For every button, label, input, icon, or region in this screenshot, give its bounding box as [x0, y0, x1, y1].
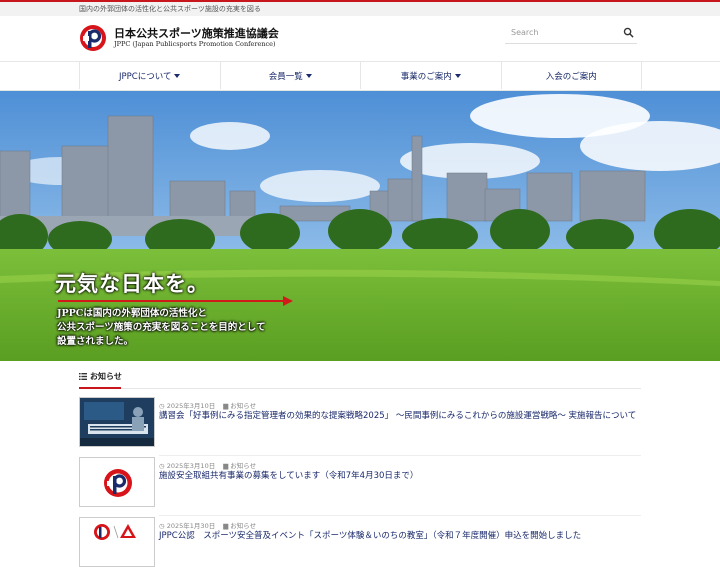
tagline: 国内の外郭団体の活性化と公共スポーツ施設の充実を図る [79, 5, 261, 13]
news-divider [79, 388, 641, 389]
site-subtitle: JPPC (Japan Publicsports Promotion Confe… [114, 40, 276, 48]
chevron-down-icon [174, 73, 181, 78]
hero-banner: 元気な日本を。 JPPCは国内の外郭団体の活性化と 公共スポーツ施策の充実を図る… [0, 91, 720, 361]
chevron-down-icon [305, 73, 312, 78]
folder-icon: ▆ [223, 462, 229, 470]
news-category[interactable]: お知らせ [230, 402, 256, 410]
news-category[interactable]: お知らせ [230, 462, 256, 470]
chevron-down-icon [454, 73, 461, 78]
news-thumbnail[interactable] [79, 517, 155, 567]
hero-line: 設置されました。 [57, 336, 134, 347]
news-heading-accent [79, 387, 121, 389]
news-heading: お知らせ [79, 371, 122, 382]
hero-line: 公共スポーツ施策の充実を図ることを目的として [57, 322, 266, 333]
news-title[interactable]: 講習会「好事例にみる指定管理者の効果的な提案戦略2025」 ～民間事例にみるこれ… [159, 411, 639, 422]
nav-item-business[interactable]: 事業のご案内 [361, 62, 502, 89]
news-separator [159, 515, 641, 516]
news-category[interactable]: お知らせ [230, 522, 256, 530]
search-input[interactable]: Search [505, 23, 637, 44]
clock-icon: ◷ [159, 402, 165, 410]
hero-divider [58, 300, 290, 302]
event-logos-image [80, 518, 154, 566]
hero-line: JPPCは国内の外郭団体の活性化と [57, 308, 207, 319]
top-bar: 国内の外郭団体の活性化と公共スポーツ施設の充実を図る [0, 0, 720, 16]
search-icon[interactable] [623, 27, 634, 38]
main-nav: JPPCについて 会員一覧 事業のご案内 入会のご案内 [79, 62, 642, 89]
site-title[interactable]: 日本公共スポーツ施策推進協議会 [114, 25, 279, 41]
news-title[interactable]: JPPC公認 スポーツ安全普及イベント「スポーツ体験＆いのちの教室」（令和７年度… [159, 531, 639, 542]
folder-icon: ▆ [223, 522, 229, 530]
arrow-right-icon [283, 296, 293, 306]
nav-item-about[interactable]: JPPCについて [80, 62, 221, 89]
news-title[interactable]: 施設安全取組共有事業の募集をしています（令和7年4月30日まで） [159, 471, 639, 482]
clock-icon: ◷ [159, 462, 165, 470]
news-date: 2025年3月10日 [166, 402, 216, 410]
news-thumbnail[interactable] [79, 457, 155, 507]
nav-label: 入会のご案内 [545, 71, 597, 82]
news-heading-label: お知らせ [90, 372, 122, 381]
news-separator [159, 455, 641, 456]
hero-headline: 元気な日本を。 [55, 271, 209, 296]
clock-icon: ◷ [159, 522, 165, 530]
nav-label: JPPCについて [119, 71, 172, 82]
nav-item-members[interactable]: 会員一覧 [221, 62, 361, 89]
jppc-logo-icon [80, 458, 154, 506]
nav-label: 事業のご案内 [400, 71, 452, 82]
seminar-photo-image [80, 398, 154, 446]
folder-icon: ▆ [223, 402, 229, 410]
list-icon [79, 373, 87, 380]
news-meta: ◷ 2025年3月10日 ▆ お知らせ [159, 460, 256, 470]
search-placeholder: Search [511, 28, 539, 37]
news-meta: ◷ 2025年3月10日 ▆ お知らせ [159, 400, 256, 410]
nav-label: 会員一覧 [268, 71, 303, 82]
news-meta: ◷ 2025年1月30日 ▆ お知らせ [159, 520, 256, 530]
nav-item-join[interactable]: 入会のご案内 [502, 62, 642, 89]
news-date: 2025年1月30日 [166, 522, 216, 530]
hero-description: JPPCは国内の外郭団体の活性化と 公共スポーツ施策の充実を図ることを目的として… [57, 307, 266, 349]
news-date: 2025年3月10日 [166, 462, 216, 470]
jppc-logo-icon[interactable] [79, 24, 107, 52]
news-thumbnail[interactable] [79, 397, 155, 447]
